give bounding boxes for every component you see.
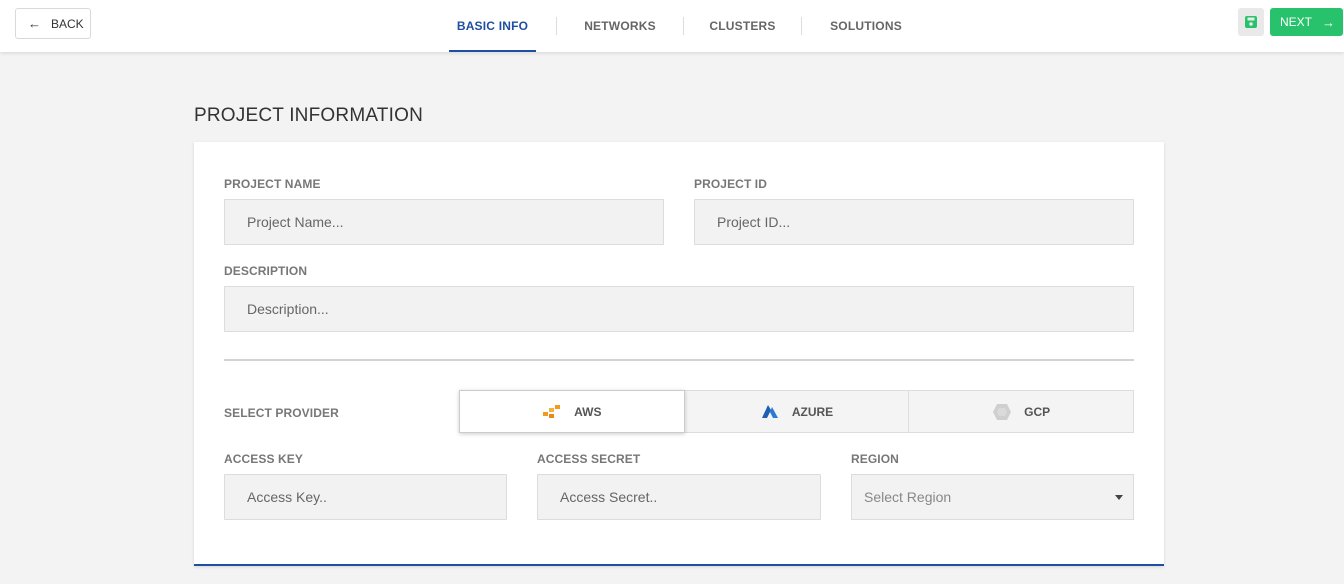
tab-basic-info[interactable]: BASIC INFO <box>449 0 536 52</box>
tab-clusters[interactable]: CLUSTERS <box>684 0 801 52</box>
access-secret-input[interactable] <box>537 474 821 520</box>
next-button-label: NEXT <box>1280 15 1313 29</box>
access-key-label: ACCESS KEY <box>224 452 304 466</box>
tab-solutions-label: SOLUTIONS <box>830 19 902 33</box>
provider-option-aws[interactable]: AWS <box>459 390 685 433</box>
save-button[interactable] <box>1238 8 1264 36</box>
aws-icon <box>543 404 561 418</box>
project-id-label: PROJECT ID <box>694 177 768 191</box>
provider-option-azure[interactable]: AZURE <box>683 391 909 432</box>
description-label: DESCRIPTION <box>224 264 308 278</box>
provider-selector: AWS AZURE GCP <box>459 390 1134 433</box>
project-name-input[interactable] <box>224 199 664 245</box>
tab-clusters-label: CLUSTERS <box>709 19 776 33</box>
provider-option-gcp[interactable]: GCP <box>908 391 1133 432</box>
provider-gcp-label: GCP <box>1024 404 1051 419</box>
project-name-label: PROJECT NAME <box>224 177 321 191</box>
tab-networks[interactable]: NETWORKS <box>557 0 683 52</box>
arrow-right-icon: → <box>1322 14 1336 30</box>
region-label: REGION <box>851 452 899 466</box>
save-icon <box>1245 16 1257 28</box>
azure-icon <box>761 404 778 418</box>
tab-solutions[interactable]: SOLUTIONS <box>802 0 930 52</box>
next-button[interactable]: NEXT → <box>1270 8 1343 36</box>
region-select[interactable]: Select Region <box>851 474 1134 520</box>
access-secret-label: ACCESS SECRET <box>537 452 641 466</box>
tab-basic-info-label: BASIC INFO <box>456 19 529 33</box>
caret-down-icon <box>1115 495 1123 500</box>
select-provider-label: SELECT PROVIDER <box>224 406 339 420</box>
project-information-card: PROJECT NAME PROJECT ID DESCRIPTION SELE… <box>194 142 1164 566</box>
project-id-input[interactable] <box>694 199 1134 245</box>
wizard-tabs: BASIC INFO NETWORKS CLUSTERS SOLUTIONS <box>449 0 930 52</box>
arrow-left-icon: ← <box>28 16 41 31</box>
section-divider <box>224 359 1134 361</box>
access-key-input[interactable] <box>224 474 507 520</box>
gcp-icon <box>993 403 1012 420</box>
description-input[interactable] <box>224 286 1134 332</box>
top-navigation-bar: ← BACK BASIC INFO NETWORKS CLUSTERS SOLU… <box>0 0 1344 52</box>
provider-azure-label: AZURE <box>791 404 834 419</box>
provider-aws-label: AWS <box>574 404 602 419</box>
back-button-label: BACK <box>51 16 84 31</box>
page-title: PROJECT INFORMATION <box>194 105 423 126</box>
region-select-value: Select Region <box>864 489 952 505</box>
tab-networks-label: NETWORKS <box>584 19 656 33</box>
back-button[interactable]: ← BACK <box>15 8 91 39</box>
